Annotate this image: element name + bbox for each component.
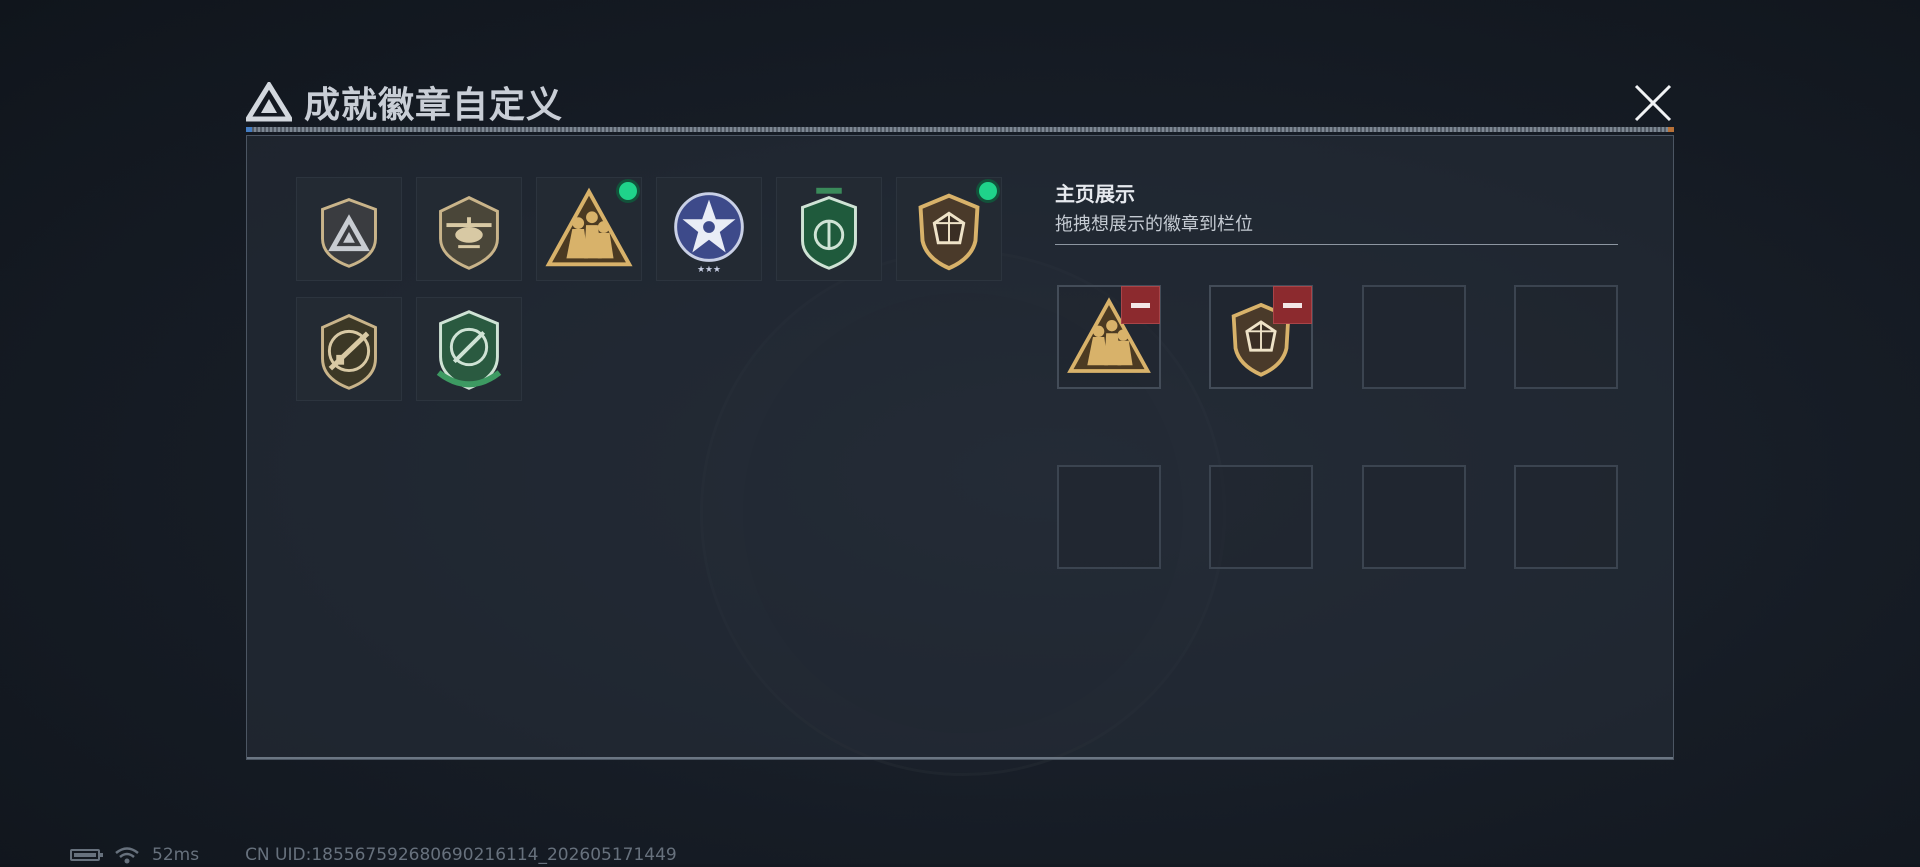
display-slot-2[interactable] (1209, 285, 1313, 389)
display-slot-5[interactable] (1057, 465, 1161, 569)
uid-text: CN UID:185567592680690216114_20260517144… (245, 845, 677, 865)
new-indicator-dot (979, 182, 997, 200)
display-subtitle: 拖拽想展示的徽章到栏位 (1055, 214, 1253, 235)
page-header: 成就徽章自定义 (246, 76, 563, 128)
badge-triangle-logo[interactable] (296, 177, 402, 281)
helicopter-badge-icon (439, 195, 499, 270)
header-divider (246, 127, 1674, 132)
green-target-badge-icon (436, 310, 502, 390)
ping-value: 52ms (152, 845, 200, 865)
remove-badge-button[interactable] (1121, 286, 1160, 324)
wifi-icon (115, 847, 139, 864)
display-slot-4[interactable] (1514, 285, 1618, 389)
display-slot-7[interactable] (1362, 465, 1466, 569)
new-indicator-dot (619, 182, 637, 200)
page-title: 成就徽章自定义 (304, 85, 564, 126)
badge-green-target[interactable] (416, 297, 522, 401)
remove-badge-button[interactable] (1273, 286, 1312, 324)
green-shield-badge-icon (801, 187, 857, 270)
badge-soldiers-triangle[interactable] (536, 177, 642, 281)
battery-icon (70, 849, 103, 861)
close-icon[interactable] (1628, 78, 1678, 128)
display-divider (1055, 244, 1618, 245)
display-slot-1[interactable] (1057, 285, 1161, 389)
badge-green-shield[interactable] (776, 177, 882, 281)
display-slot-3[interactable] (1362, 285, 1466, 389)
status-bar: 52ms CN UID:185567592680690216114_202605… (70, 843, 677, 867)
badge-crystal-shield[interactable] (896, 177, 1002, 281)
star-badge-icon: ★★★ (674, 192, 744, 275)
rifle-shield-badge-icon (321, 314, 377, 390)
badge-helicopter[interactable] (416, 177, 522, 281)
display-title: 主页展示 (1055, 182, 1135, 206)
badge-star-blue[interactable]: ★★★ (656, 177, 762, 281)
badge-rifle-shield[interactable] (296, 297, 402, 401)
triangle-logo-badge-icon (321, 198, 377, 268)
svg-text:★★★: ★★★ (697, 265, 721, 275)
triangle-logo-icon (246, 82, 292, 122)
display-slot-8[interactable] (1514, 465, 1618, 569)
display-slot-6[interactable] (1209, 465, 1313, 569)
